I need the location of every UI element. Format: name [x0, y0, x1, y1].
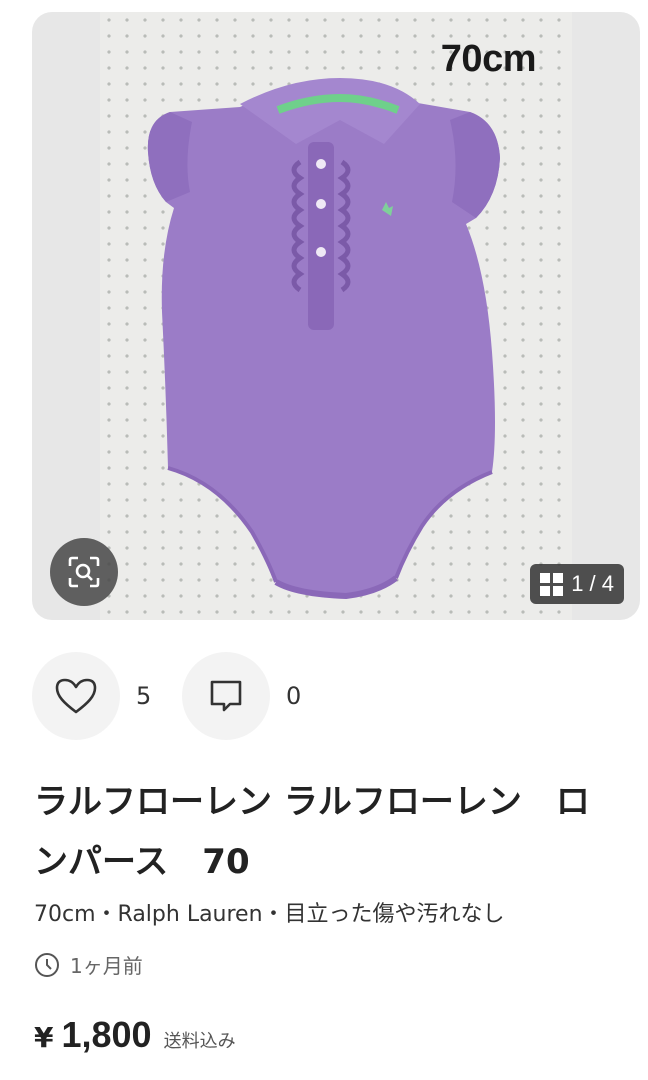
- image-counter-label: 1 / 4: [571, 571, 614, 596]
- price-currency: ¥: [34, 1021, 54, 1054]
- image-gallery[interactable]: 70cm 1 / 4: [32, 12, 640, 620]
- product-title-line-1: ラルフローレン ラルフローレン ロ: [34, 782, 590, 822]
- product-tags: 70cm・Ralph Lauren・目立った傷や汚れなし: [34, 902, 505, 927]
- image-counter[interactable]: 1 / 4: [530, 564, 624, 604]
- comments-count: 0: [286, 682, 302, 710]
- onesie-image: [147, 78, 500, 600]
- product-title: ラルフローレン ラルフローレン ロ ンパース 70: [34, 772, 634, 892]
- grid-icon: [540, 572, 564, 596]
- likes-count: 5: [136, 682, 152, 710]
- image-search-button[interactable]: [50, 538, 118, 606]
- action-bar: 5 0: [32, 652, 332, 740]
- shipping-note: 送料込み: [163, 1031, 236, 1052]
- posted-time: 1ヶ月前: [34, 950, 143, 979]
- like-button[interactable]: [32, 652, 120, 740]
- price-value: 1,800: [61, 1014, 152, 1055]
- comment-icon: [210, 680, 242, 712]
- product-photo[interactable]: [100, 12, 572, 620]
- posted-time-label: 1ヶ月前: [70, 954, 143, 978]
- image-search-icon: [68, 556, 100, 588]
- comment-button[interactable]: [182, 652, 270, 740]
- heart-icon: [55, 678, 97, 714]
- photo-size-caption: 70cm: [440, 38, 537, 80]
- clock-icon: [35, 952, 59, 977]
- price: ¥ 1,800 送料込み: [34, 1014, 236, 1056]
- product-title-line-2: ンパース 70: [34, 842, 250, 882]
